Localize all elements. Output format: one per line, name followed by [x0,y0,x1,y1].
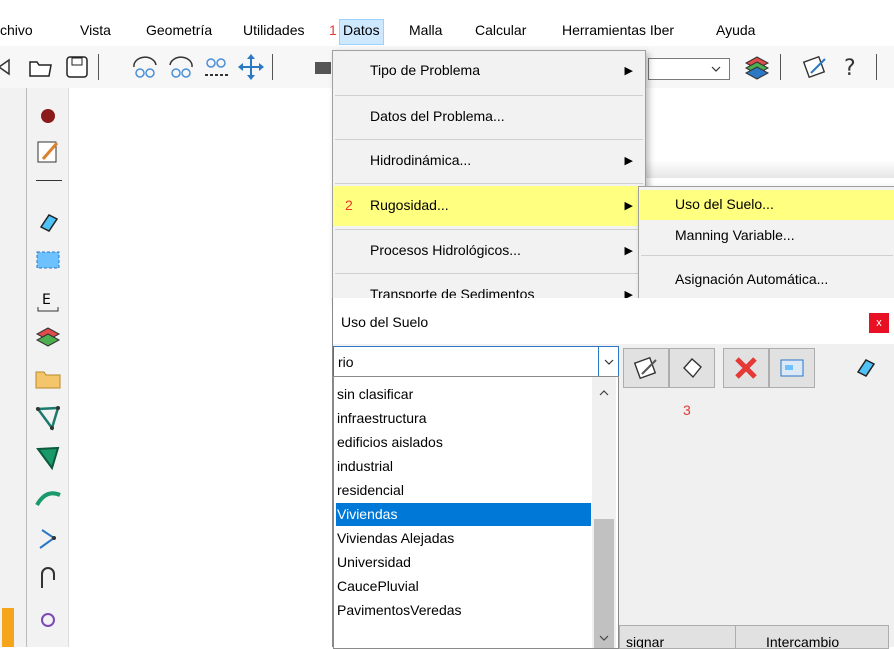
menubar: chivo Vista Geometría Utilidades 1 Datos… [0,16,894,46]
menu-datos[interactable]: Datos [339,19,384,45]
menu-malla[interactable]: Malla [409,22,442,38]
back-icon[interactable] [0,52,20,82]
uso-del-suelo-dialog: Uso del Suelo x rio 3 sin clasificar inf… [332,298,894,649]
menu-archivo[interactable]: chivo [0,22,33,38]
mesh-icon[interactable] [32,482,64,514]
surface-2-icon[interactable] [32,442,64,474]
list-item[interactable]: residencial [336,479,591,502]
point-icon[interactable] [32,100,64,132]
assign-button[interactable]: signar [619,625,737,649]
chevron-down-icon[interactable] [598,630,610,646]
exchange-button[interactable]: Intercambio [735,625,889,649]
list-item[interactable]: sin clasificar [336,383,591,406]
svg-text:E: E [42,292,51,308]
edit-icon [633,356,657,380]
submenu-item-label: Manning Variable... [675,227,795,243]
submenu-item-label: Asignación Automática... [675,271,829,287]
edit-icon[interactable] [32,136,64,168]
menu-item-datos-del-problema[interactable]: Datos del Problema... [333,97,645,137]
menu-item-label: Datos del Problema... [370,108,505,124]
tool-icon[interactable] [32,602,64,634]
combo-value: rio [338,354,354,370]
list-item-selected[interactable]: Viviendas [336,503,591,526]
surface-icon[interactable] [32,402,64,434]
list-item[interactable]: Universidad [336,551,591,574]
submenu-item-label: Uso del Suelo... [675,196,774,212]
edit-material-button[interactable] [623,348,669,388]
menu-item-tipo-de-problema[interactable]: Tipo de Problema ▶ [333,51,645,91]
delete-icon [735,357,757,379]
close-button[interactable]: x [869,313,889,333]
menu-item-procesos-hidrologicos[interactable]: Procesos Hidrológicos... ▶ [333,231,645,271]
submenu-arrow-icon: ▶ [624,65,633,77]
delete-material-button[interactable] [723,348,769,388]
edit-data-icon[interactable] [800,52,830,82]
select-box-icon[interactable] [32,244,64,276]
dialog-title: Uso del Suelo [341,314,429,330]
menu-item-label: Procesos Hidrológicos... [370,242,521,258]
view-options-icon[interactable] [202,52,232,82]
submenu-item-uso-del-suelo[interactable]: Uso del Suelo... [639,190,894,220]
menu-utilidades[interactable]: Utilidades [243,22,304,38]
menu-item-label: Hidrodinámica... [370,152,472,168]
menu-geometria[interactable]: Geometría [146,22,212,38]
submenu-arrow-icon: ▶ [624,245,633,257]
menu-item-rugosidad[interactable]: 2 Rugosidad... ▶ [333,186,645,226]
menu-vista[interactable]: Vista [80,22,111,38]
step-marker-2: 2 [345,197,353,213]
menu-item-label: Tipo de Problema [370,62,480,78]
folder-icon[interactable] [32,362,64,394]
arc-icon[interactable] [32,562,64,594]
pan-icon[interactable] [236,52,266,82]
scrollbar-thumb[interactable] [594,519,614,648]
dialog-titlebar: Uso del Suelo x [333,298,894,344]
help-icon[interactable]: ? [836,52,866,82]
submenu-arrow-icon: ▶ [624,155,633,167]
menu-item-label: Rugosidad... [370,197,449,213]
menu-herramientas-iber[interactable]: Herramientas Iber [562,22,674,38]
dimension-icon[interactable]: E [32,284,64,316]
menu-ayuda[interactable]: Ayuda [716,22,755,38]
eraser-icon [683,358,702,379]
menu-item-hidrodinamica[interactable]: Hidrodinámica... ▶ [333,141,645,181]
layers-stack-icon[interactable] [32,322,64,354]
list-item[interactable]: CaucePluvial [336,575,591,598]
exchange-view-button[interactable] [769,348,815,388]
list-item[interactable]: edificios aislados [336,431,591,454]
rotate-view-2-icon[interactable] [166,52,196,82]
svg-text:?: ? [844,56,856,80]
submenu-arrow-icon: ▶ [624,200,633,212]
menu-calcular[interactable]: Calcular [475,22,526,38]
layers-icon[interactable] [742,52,772,82]
rugosidad-submenu: Uso del Suelo... Manning Variable... Asi… [638,186,894,300]
eraser-icon[interactable] [32,206,64,238]
step-marker-1: 1 [329,22,337,38]
list-item[interactable]: Viviendas Alejadas [336,527,591,550]
chevron-down-icon[interactable] [598,347,619,377]
curve-icon[interactable] [32,522,64,554]
left-toolbar: E [0,88,69,647]
toolbar-combo[interactable] [648,58,730,80]
rotate-view-icon[interactable] [130,52,160,82]
submenu-item-asignacion-automatica[interactable]: Asignación Automática... [639,265,894,295]
save-icon[interactable] [62,52,92,82]
list-item[interactable]: infraestructura [336,407,591,430]
list-scrollbar[interactable] [592,377,616,648]
list-item[interactable]: industrial [336,455,591,478]
list-item[interactable]: PavimentosVeredas [336,599,591,622]
new-material-button[interactable] [669,348,715,388]
chevron-up-icon[interactable] [598,385,610,401]
window-icon [780,359,804,377]
assign-icon[interactable] [845,352,885,382]
land-use-combo[interactable]: rio [333,346,619,378]
datos-menu: Tipo de Problema ▶ Datos del Problema...… [332,50,646,302]
open-folder-icon[interactable] [26,52,56,82]
step-marker-3: 3 [683,402,691,418]
land-use-list[interactable]: sin clasificar infraestructura edificios… [333,376,619,649]
submenu-item-manning-variable[interactable]: Manning Variable... [639,221,894,251]
